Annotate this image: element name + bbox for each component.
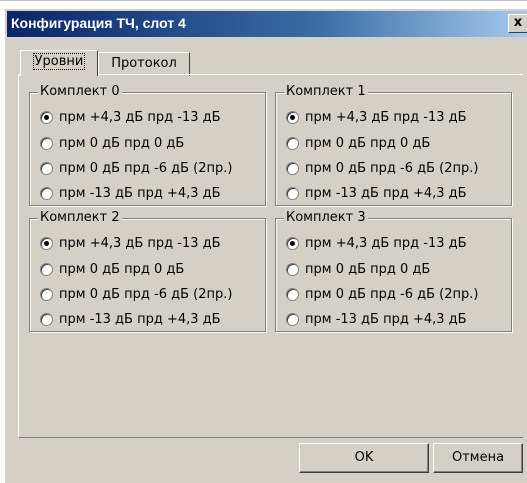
radio-button[interactable]	[40, 111, 53, 124]
radio-button[interactable]	[286, 288, 299, 301]
radio-label: прм 0 дБ прд 0 дБ	[305, 262, 431, 277]
radio-button[interactable]	[286, 187, 299, 200]
window-title: Конфигурация ТЧ, слот 4	[11, 15, 186, 31]
title-bar[interactable]: Конфигурация ТЧ, слот 4 x	[7, 11, 527, 37]
radio-label: прм +4,3 дБ прд -13 дБ	[59, 110, 221, 125]
radio-button[interactable]	[286, 313, 299, 326]
group-title: Комплект 3	[284, 210, 368, 226]
radio-label: прм +4,3 дБ прд -13 дБ	[59, 236, 221, 251]
group-title: Комплект 1	[284, 84, 368, 100]
radio-label: прм 0 дБ прд -6 дБ (2пр.)	[305, 161, 479, 176]
radio-button[interactable]	[40, 187, 53, 200]
top-divider	[0, 0, 527, 1]
radio-label: прм 0 дБ прд -6 дБ (2пр.)	[59, 161, 233, 176]
close-icon: x	[513, 15, 523, 30]
radio-label: прм 0 дБ прд 0 дБ	[59, 262, 185, 277]
radio-label: прм +4,3 дБ прд -13 дБ	[305, 110, 467, 125]
tab-protocol[interactable]: Протокол	[98, 52, 190, 76]
radio-selected-dot	[290, 115, 295, 120]
group-komplekt-0: Комплект 0 прм +4,3 дБ прд -13 дБ прм 0 дБ…	[29, 84, 266, 206]
radio-button[interactable]	[286, 237, 299, 250]
cancel-button[interactable]: Отмена	[433, 443, 523, 473]
radio-button[interactable]	[286, 162, 299, 175]
close-button[interactable]: x	[508, 14, 527, 33]
radio-button[interactable]	[286, 111, 299, 124]
radio-button[interactable]	[40, 288, 53, 301]
radio-label: прм 0 дБ прд 0 дБ	[305, 136, 431, 151]
group-title: Комплект 0	[38, 84, 122, 100]
group-komplekt-3: Комплект 3 прм +4,3 дБ прд -13 дБ прм 0 дБ…	[275, 210, 512, 332]
radio-button[interactable]	[40, 237, 53, 250]
radio-label: прм -13 дБ прд +4,3 дБ	[305, 312, 467, 327]
radio-label: прм -13 дБ прд +4,3 дБ	[305, 186, 467, 201]
radio-label: прм -13 дБ прд +4,3 дБ	[59, 186, 221, 201]
group-komplekt-1: Комплект 1 прм +4,3 дБ прд -13 дБ прм 0 дБ…	[275, 84, 512, 206]
radio-selected-dot	[44, 115, 49, 120]
tab-panel-levels: Комплект 0 прм +4,3 дБ прд -13 дБ прм 0 дБ…	[18, 74, 523, 438]
radio-selected-dot	[44, 241, 49, 246]
radio-button[interactable]	[40, 313, 53, 326]
radio-label: прм 0 дБ прд 0 дБ	[59, 136, 185, 151]
ok-button[interactable]: OK	[299, 443, 429, 473]
radio-button[interactable]	[40, 263, 53, 276]
group-komplekt-2: Комплект 2 прм +4,3 дБ прд -13 дБ прм 0 дБ…	[29, 210, 266, 332]
group-title: Комплект 2	[38, 210, 122, 226]
radio-selected-dot	[290, 241, 295, 246]
radio-label: прм +4,3 дБ прд -13 дБ	[305, 236, 467, 251]
radio-button[interactable]	[286, 263, 299, 276]
tab-levels[interactable]: Уровни	[20, 50, 98, 76]
tab-protocol-label: Протокол	[111, 56, 177, 71]
radio-button[interactable]	[40, 162, 53, 175]
radio-button[interactable]	[40, 137, 53, 150]
radio-button[interactable]	[286, 137, 299, 150]
tab-levels-label: Уровни	[32, 53, 86, 70]
radio-label: прм 0 дБ прд -6 дБ (2пр.)	[305, 287, 479, 302]
radio-label: прм 0 дБ прд -6 дБ (2пр.)	[59, 287, 233, 302]
radio-label: прм -13 дБ прд +4,3 дБ	[59, 312, 221, 327]
